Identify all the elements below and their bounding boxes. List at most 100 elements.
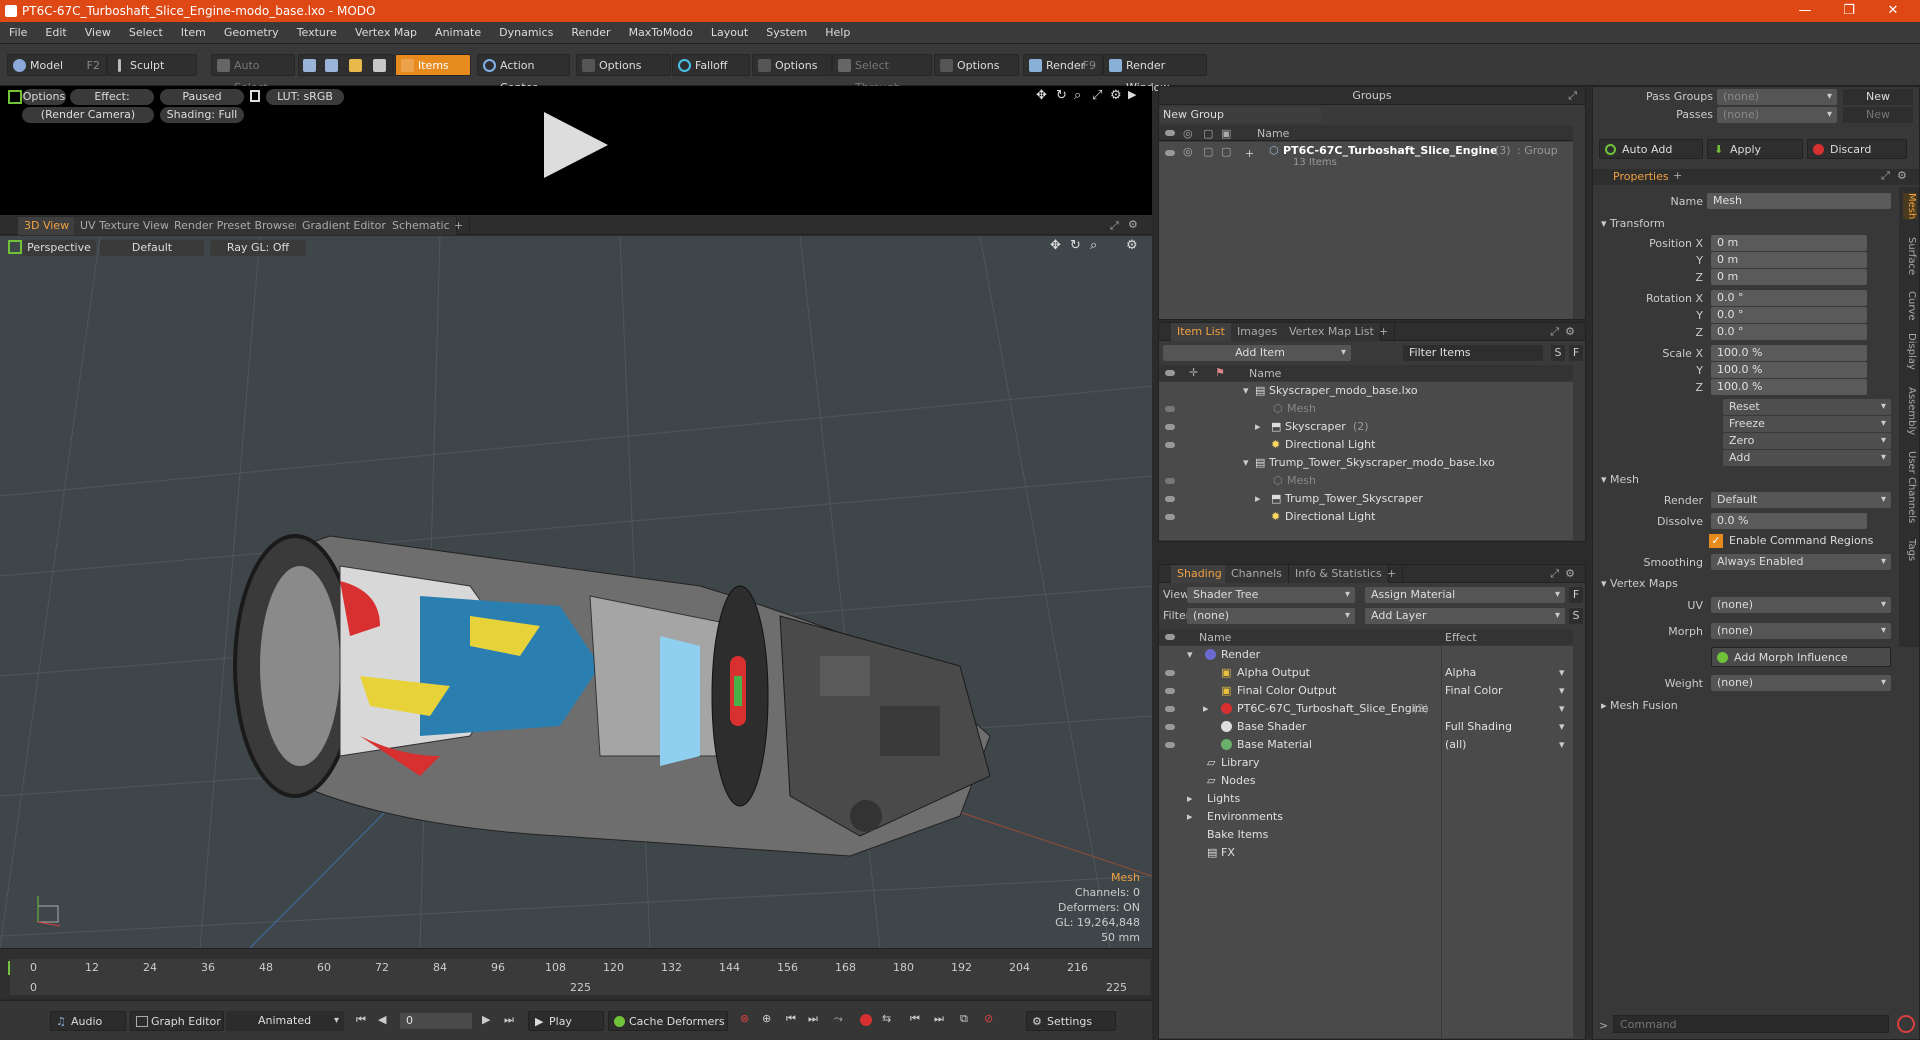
sculpt-button[interactable]: Sculpt bbox=[107, 54, 197, 76]
action-center-options-button[interactable]: Options bbox=[576, 54, 671, 76]
loop-icon[interactable]: ⇆ bbox=[882, 1012, 891, 1025]
effect-dropdown-icon[interactable]: ▾ bbox=[1559, 700, 1565, 717]
rotate-view-icon[interactable]: ↻ bbox=[1056, 88, 1067, 103]
expand-icon[interactable]: ▸ bbox=[1255, 490, 1261, 507]
gear-icon[interactable]: ⚙ bbox=[1565, 323, 1575, 341]
side-tab-curve[interactable]: Curve bbox=[1903, 291, 1917, 321]
view-dropdown[interactable]: Shader Tree bbox=[1187, 587, 1355, 603]
tab-schematic[interactable]: Schematic bbox=[386, 217, 457, 235]
list-item[interactable]: ✹ Directional Light bbox=[1159, 508, 1573, 525]
tab-images[interactable]: Images bbox=[1231, 323, 1285, 341]
expand-icon[interactable]: ⤢ bbox=[1881, 169, 1890, 183]
filter-keys-icon[interactable]: ⊘ bbox=[984, 1012, 993, 1025]
list-item[interactable]: ⬡ Mesh bbox=[1159, 400, 1573, 417]
vertices-mode-icon[interactable] bbox=[303, 59, 316, 72]
maximize-button[interactable]: ❐ bbox=[1827, 0, 1871, 22]
filter-f-button[interactable]: F bbox=[1569, 345, 1583, 361]
settings-button[interactable]: ⚙ Settings bbox=[1026, 1011, 1116, 1031]
last-frame-icon[interactable]: ⏭ bbox=[504, 1013, 514, 1027]
perspective-dropdown[interactable]: Perspective bbox=[22, 240, 96, 256]
preview-effect-dropdown[interactable]: Effect: (Shadi... bbox=[70, 89, 154, 119]
tab-vertex-map-list[interactable]: Vertex Map List bbox=[1283, 323, 1381, 341]
materials-mode-icon[interactable] bbox=[373, 59, 386, 72]
menu-help[interactable]: Help bbox=[816, 22, 859, 44]
morph-dropdown[interactable]: (none) bbox=[1711, 623, 1891, 639]
rotation-y-field[interactable]: 0.0 ° bbox=[1711, 307, 1867, 323]
position-y-field[interactable]: 0 m bbox=[1711, 252, 1867, 268]
menu-texture[interactable]: Texture bbox=[288, 22, 346, 44]
add-item-dropdown[interactable]: Add Item bbox=[1163, 345, 1351, 361]
eye-icon[interactable] bbox=[1165, 496, 1175, 502]
zoom-view-icon[interactable]: ⌕ bbox=[1074, 88, 1081, 103]
menu-system[interactable]: System bbox=[757, 22, 816, 44]
scale-z-field[interactable]: 100.0 % bbox=[1711, 379, 1867, 395]
shader-row-render[interactable]: ▾ Render bbox=[1159, 646, 1573, 663]
tab-shading[interactable]: Shading bbox=[1171, 565, 1229, 583]
apply-button[interactable]: ⬇ Apply bbox=[1707, 139, 1803, 159]
current-frame-field[interactable]: 0 bbox=[400, 1013, 472, 1029]
gear-icon[interactable]: ⚙ bbox=[1126, 238, 1138, 253]
assign-material-dropdown[interactable]: Assign Material bbox=[1365, 587, 1565, 603]
auto-select-button[interactable]: Auto Select bbox=[211, 54, 295, 94]
range-end[interactable]: 225 bbox=[1106, 981, 1127, 994]
filter-items-input[interactable]: Filter Items bbox=[1403, 345, 1543, 361]
enable-command-regions-checkbox[interactable]: ✓ bbox=[1709, 534, 1723, 548]
vertex-maps-section[interactable]: ▾ Vertex Maps bbox=[1601, 577, 1678, 590]
discard-button[interactable]: Discard bbox=[1807, 139, 1907, 159]
side-tab-display[interactable]: Display bbox=[1903, 333, 1917, 370]
action-center-button[interactable]: Action Center bbox=[477, 54, 570, 94]
pass-groups-dropdown[interactable]: (none) bbox=[1717, 89, 1837, 105]
prev-frame-icon[interactable]: ◀ bbox=[378, 1013, 386, 1026]
auto-add-button[interactable]: Auto Add bbox=[1599, 139, 1703, 159]
key-prev-icon[interactable]: ⏮ bbox=[786, 1012, 796, 1026]
add-dropdown[interactable]: Add bbox=[1723, 450, 1891, 466]
animated-dropdown[interactable]: Animated bbox=[226, 1011, 344, 1031]
new-pass-group-button[interactable]: New bbox=[1843, 89, 1913, 105]
start-icon[interactable]: ⏮ bbox=[910, 1012, 920, 1026]
model-button[interactable]: Model F2 bbox=[7, 54, 107, 76]
transform-section[interactable]: ▾ Transform bbox=[1601, 217, 1665, 230]
add-morph-influence-button[interactable]: Add Morph Influence bbox=[1711, 647, 1891, 667]
add-layer-dropdown[interactable]: Add Layer bbox=[1365, 608, 1565, 624]
side-tab-assembly[interactable]: Assembly bbox=[1903, 387, 1917, 435]
tab-render-preset-browser[interactable]: Render Preset Browser bbox=[168, 217, 307, 235]
add-tab-button[interactable]: + bbox=[448, 217, 471, 235]
graph-editor-button[interactable]: Graph Editor bbox=[130, 1011, 224, 1031]
expand-icon[interactable]: ⤢ bbox=[1568, 87, 1577, 105]
select-toggle-icon[interactable]: ▢ bbox=[1221, 145, 1231, 158]
weight-dropdown[interactable]: (none) bbox=[1711, 675, 1891, 691]
eye-icon[interactable] bbox=[1165, 670, 1175, 676]
expand-icon[interactable]: ▸ bbox=[1203, 700, 1209, 717]
collapse-icon[interactable]: ▾ bbox=[1243, 454, 1249, 471]
shader-row-base-material[interactable]: Base Material (all) ▾ bbox=[1159, 736, 1573, 753]
gear-icon[interactable]: ⚙ bbox=[1128, 218, 1138, 231]
uv-dropdown[interactable]: (none) bbox=[1711, 597, 1891, 613]
name-field[interactable]: Mesh bbox=[1707, 193, 1891, 209]
zero-dropdown[interactable]: Zero bbox=[1723, 433, 1891, 449]
s-button[interactable]: S bbox=[1569, 608, 1583, 624]
tab-3d-view[interactable]: 3D View bbox=[18, 217, 77, 235]
list-item[interactable]: ▸ ⬒ Skyscraper (2) bbox=[1159, 418, 1573, 435]
menu-file[interactable]: File bbox=[0, 22, 36, 44]
shader-row-base-shader[interactable]: Base Shader Full Shading ▾ bbox=[1159, 718, 1573, 735]
3d-viewport[interactable]: Perspective Default Ray GL: Off ✥ ↻ ⌕ ⚙ … bbox=[0, 236, 1152, 948]
new-pass-button[interactable]: New bbox=[1843, 107, 1913, 123]
add-tab-button[interactable]: + bbox=[1381, 565, 1404, 583]
edges-mode-icon[interactable] bbox=[325, 59, 338, 72]
gear-icon[interactable]: ⚙ bbox=[1110, 88, 1122, 103]
rotate-view-icon[interactable]: ↻ bbox=[1070, 238, 1081, 253]
list-item[interactable]: ⬡ Mesh bbox=[1159, 472, 1573, 489]
tab-item-list[interactable]: Item List bbox=[1171, 323, 1232, 341]
filter-dropdown[interactable]: (none) bbox=[1187, 608, 1355, 624]
minimize-button[interactable]: — bbox=[1783, 0, 1827, 22]
filter-s-button[interactable]: S bbox=[1551, 345, 1565, 361]
item-list[interactable]: ▾ ▤ Skyscraper_modo_base.lxo ⬡ Mesh ▸ ⬒ Skysc… bbox=[1159, 382, 1573, 540]
position-z-field[interactable]: 0 m bbox=[1711, 269, 1867, 285]
effect-dropdown-icon[interactable]: ▾ bbox=[1559, 682, 1565, 699]
items-mode-button[interactable]: Items bbox=[395, 54, 471, 76]
eye-icon[interactable] bbox=[1165, 742, 1175, 748]
effect-dropdown-icon[interactable]: ▾ bbox=[1559, 736, 1565, 753]
gear-icon[interactable]: ⚙ bbox=[1565, 565, 1575, 583]
command-history-icon[interactable] bbox=[1897, 1015, 1915, 1033]
menu-geometry[interactable]: Geometry bbox=[215, 22, 288, 44]
